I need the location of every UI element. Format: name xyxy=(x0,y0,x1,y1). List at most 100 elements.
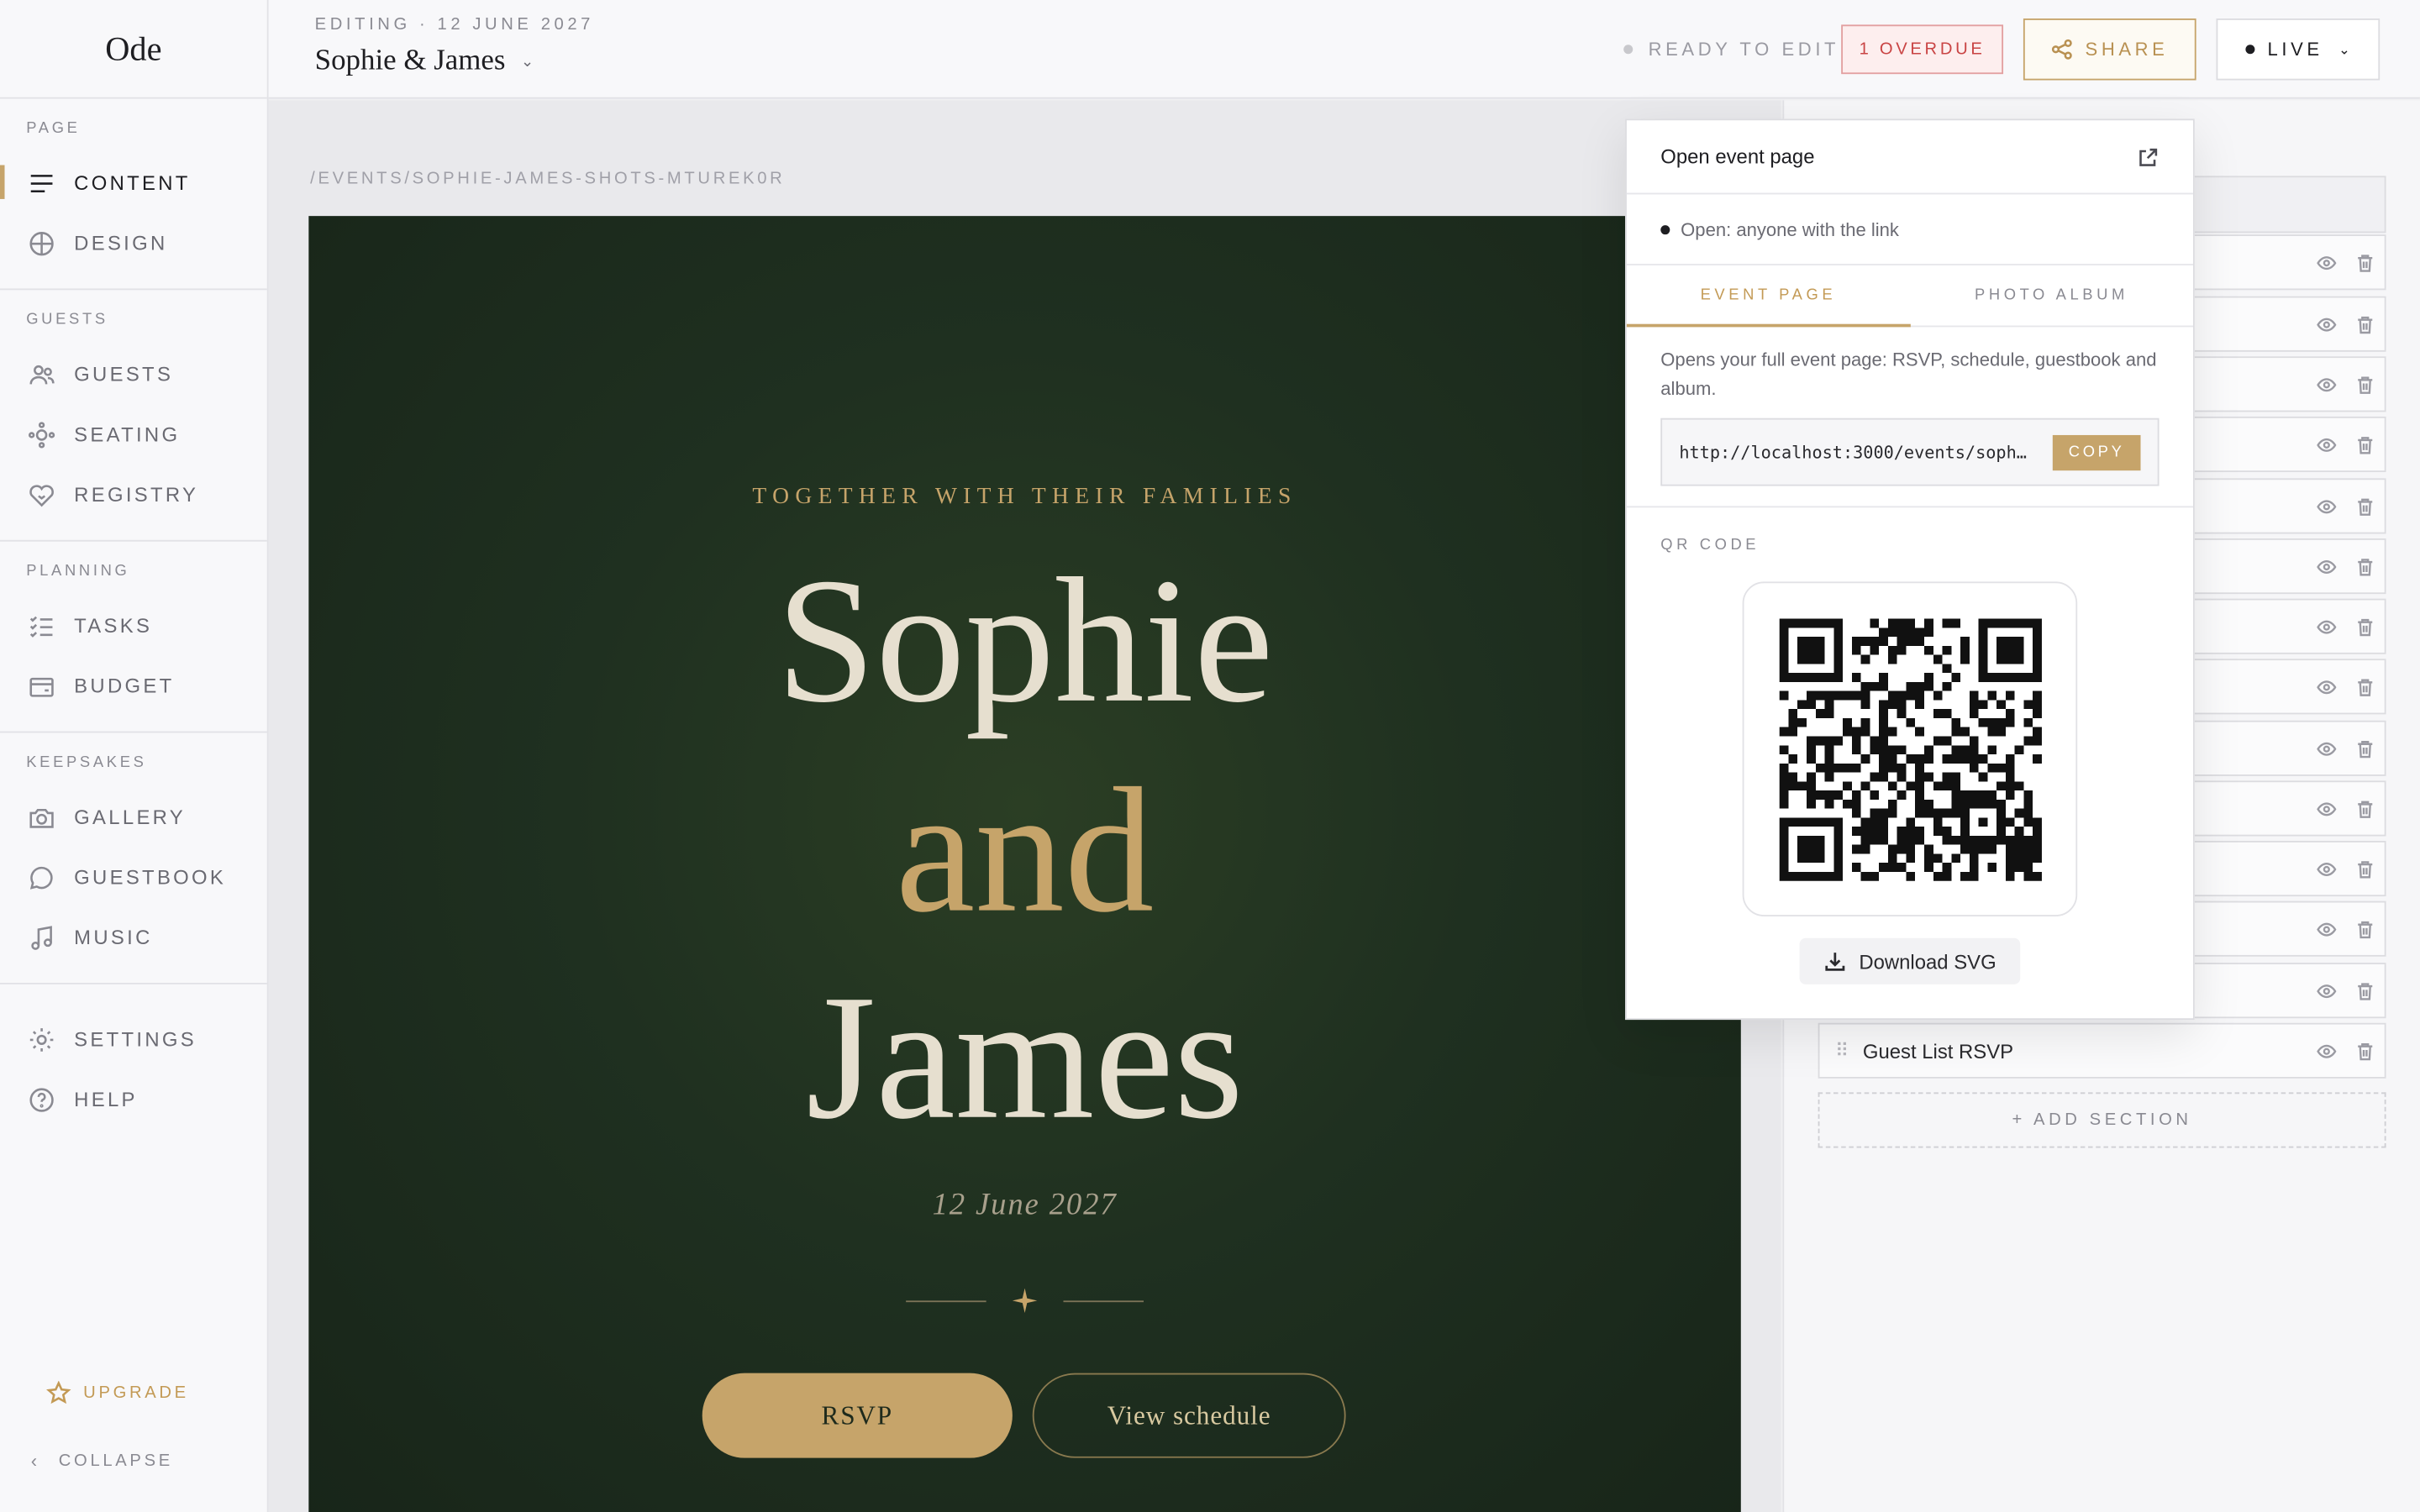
trash-icon[interactable] xyxy=(2346,434,2385,454)
collapse-button[interactable]: ‹ COLLAPSE xyxy=(31,1450,173,1472)
download-svg-button[interactable]: Download SVG xyxy=(1799,937,2021,984)
share-icon xyxy=(2052,39,2072,60)
content-lines-icon xyxy=(28,169,55,197)
rsvp-button[interactable]: RSVP xyxy=(702,1373,1013,1458)
sidebar-item-design[interactable]: DESIGN xyxy=(0,213,267,273)
download-label: Download SVG xyxy=(1859,949,1996,974)
sidebar-item-music[interactable]: MUSIC xyxy=(0,907,267,968)
sidebar-item-registry[interactable]: REGISTRY xyxy=(0,465,267,525)
sidebar-item-seating[interactable]: SEATING xyxy=(0,404,267,465)
access-text: Open: anyone with the link xyxy=(1681,218,1899,240)
eye-icon[interactable] xyxy=(2307,496,2346,516)
sidebar-item-guests[interactable]: GUESTS xyxy=(0,344,267,405)
sidebar-item-label: HELP xyxy=(74,1087,138,1111)
sparkle-icon xyxy=(1012,1288,1038,1314)
event-title: Sophie & James xyxy=(314,45,506,77)
live-status-dropdown[interactable]: LIVE ⌄ xyxy=(2216,18,2381,81)
external-link-icon[interactable] xyxy=(2138,146,2160,168)
trash-icon[interactable] xyxy=(2346,858,2385,879)
eye-icon[interactable] xyxy=(2307,676,2346,696)
eye-icon[interactable] xyxy=(2307,980,2346,1000)
nav-section-page: PAGE CONTENT DESIGN xyxy=(0,99,267,291)
eye-icon[interactable] xyxy=(2307,1041,2346,1061)
trash-icon[interactable] xyxy=(2346,252,2385,272)
eye-icon[interactable] xyxy=(2307,617,2346,637)
overdue-badge[interactable]: 1 OVERDUE xyxy=(1841,24,2004,75)
seating-icon xyxy=(28,421,55,449)
sidebar-item-gallery[interactable]: GALLERY xyxy=(0,787,267,848)
trash-icon[interactable] xyxy=(2346,798,2385,818)
event-url: http://localhost:3000/events/soph… xyxy=(1679,442,2027,463)
drag-handle-icon[interactable]: ⠿ xyxy=(1819,1040,1862,1062)
sidebar-item-guestbook[interactable]: GUESTBOOK xyxy=(0,847,267,907)
nav-heading: GUESTS xyxy=(26,312,108,329)
event-switcher[interactable]: Sophie & James ⌄ xyxy=(315,45,534,78)
add-section-button[interactable]: + ADD SECTION xyxy=(1818,1092,2386,1148)
event-url-field[interactable]: http://localhost:3000/events/soph… COPY xyxy=(1660,417,2160,486)
music-note-icon xyxy=(28,923,55,951)
upgrade-label: UPGRADE xyxy=(83,1383,189,1403)
copy-button[interactable]: COPY xyxy=(2052,434,2141,470)
eye-icon[interactable] xyxy=(2307,252,2346,272)
trash-icon[interactable] xyxy=(2346,1041,2385,1061)
popover-header: Open event page xyxy=(1626,120,2193,195)
qr-code-card xyxy=(1742,581,2078,916)
editing-meta: EDITING · 12 JUNE 2027 xyxy=(314,15,595,34)
app-logo[interactable]: Ode xyxy=(0,0,267,99)
nav-heading: PAGE xyxy=(26,120,81,138)
eye-icon[interactable] xyxy=(2307,556,2346,576)
eye-icon[interactable] xyxy=(2307,919,2346,939)
sidebar-item-label: BUDGET xyxy=(74,674,175,698)
status-dot xyxy=(1623,45,1634,55)
trash-icon[interactable] xyxy=(2346,980,2385,1000)
nav-section-bottom: SETTINGS HELP xyxy=(0,984,267,1145)
trash-icon[interactable] xyxy=(2346,496,2385,516)
nav-section-guests: GUESTS GUESTS SEATING REGISTRY xyxy=(0,290,267,542)
eye-icon[interactable] xyxy=(2307,738,2346,759)
trash-icon[interactable] xyxy=(2346,738,2385,759)
access-setting[interactable]: Open: anyone with the link xyxy=(1626,194,2193,265)
qr-code-label: QR CODE xyxy=(1660,537,1760,554)
trash-icon[interactable] xyxy=(2346,556,2385,576)
access-dot xyxy=(1660,224,1670,234)
sidebar-item-content[interactable]: CONTENT xyxy=(0,153,267,213)
trash-icon[interactable] xyxy=(2346,314,2385,334)
nav-section-keepsakes: KEEPSAKES GALLERY GUESTBOOK MUSIC xyxy=(0,732,267,984)
trash-icon[interactable] xyxy=(2346,676,2385,696)
trash-icon[interactable] xyxy=(2346,617,2385,637)
eye-icon[interactable] xyxy=(2307,798,2346,818)
share-label: SHARE xyxy=(2085,38,2169,60)
sidebar-item-help[interactable]: HELP xyxy=(0,1069,267,1130)
camera-icon xyxy=(28,803,55,831)
sidebar-item-label: GALLERY xyxy=(74,805,187,829)
trash-icon[interactable] xyxy=(2346,374,2385,394)
status-indicator: READY TO EDIT xyxy=(1623,39,1839,60)
preview-area: /EVENTS/SOPHIE-JAMES-SHOTS-MTUREK0R TOGE… xyxy=(268,100,1781,1512)
tab-photo-album[interactable]: PHOTO ALBUM xyxy=(1910,265,2193,326)
star-icon xyxy=(46,1380,71,1404)
live-label: LIVE xyxy=(2267,38,2323,60)
sun-gear-icon xyxy=(28,1025,55,1053)
tab-event-page[interactable]: EVENT PAGE xyxy=(1626,265,1910,328)
sidebar-item-tasks[interactable]: TASKS xyxy=(0,596,267,656)
eye-icon[interactable] xyxy=(2307,374,2346,394)
section-row[interactable]: ⠿ Guest List RSVP xyxy=(1818,1022,2386,1079)
eye-icon[interactable] xyxy=(2307,314,2346,334)
eye-icon[interactable] xyxy=(2307,434,2346,454)
popover-tabs: EVENT PAGE PHOTO ALBUM xyxy=(1626,265,2193,328)
chevron-left-icon: ‹ xyxy=(30,1450,40,1473)
view-schedule-button[interactable]: View schedule xyxy=(1032,1373,1346,1458)
share-button[interactable]: SHARE xyxy=(2023,18,2196,81)
trash-icon[interactable] xyxy=(2346,919,2385,939)
sidebar-item-settings[interactable]: SETTINGS xyxy=(0,1009,267,1069)
popover-title: Open event page xyxy=(1660,144,1815,169)
hero-and: and xyxy=(895,753,1155,951)
upgrade-button[interactable]: UPGRADE xyxy=(46,1380,189,1405)
sidebar-item-budget[interactable]: BUDGET xyxy=(0,656,267,717)
hero-name-second: James xyxy=(806,959,1244,1158)
chevron-down-icon: ⌄ xyxy=(520,53,534,71)
eye-icon[interactable] xyxy=(2307,858,2346,879)
page-slug: /EVENTS/SOPHIE-JAMES-SHOTS-MTUREK0R xyxy=(310,170,786,189)
hero-preview[interactable]: TOGETHER WITH THEIR FAMILIES Sophie and … xyxy=(308,216,1741,1512)
sidebar-item-label: GUESTBOOK xyxy=(74,865,227,889)
